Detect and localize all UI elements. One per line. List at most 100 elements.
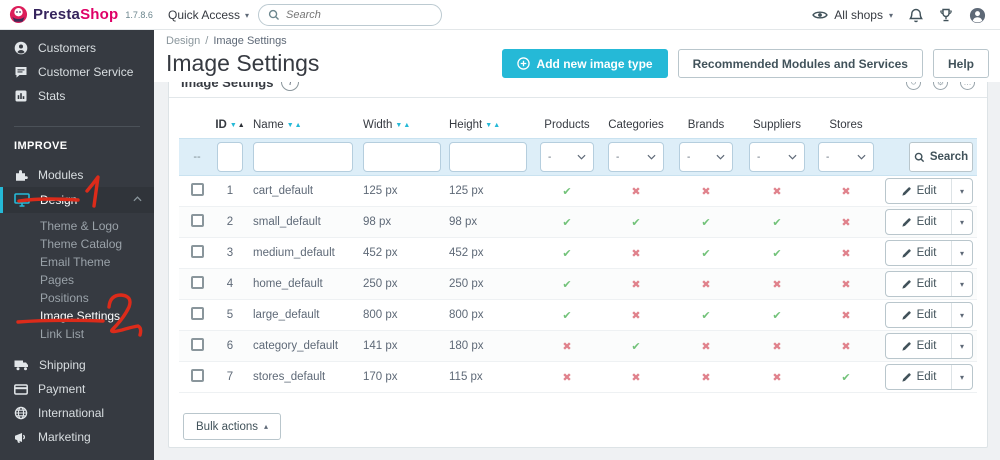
brands-disabled-cross-icon[interactable]: ✖ xyxy=(701,341,710,353)
suppliers-disabled-cross-icon[interactable]: ✖ xyxy=(772,372,781,384)
suppliers-enabled-check-icon[interactable]: ✔ xyxy=(772,217,781,229)
filter-products-select[interactable]: - xyxy=(540,142,594,172)
categories-disabled-cross-icon[interactable]: ✖ xyxy=(631,310,640,322)
filter-brands-select[interactable]: - xyxy=(679,142,733,172)
brands-disabled-cross-icon[interactable]: ✖ xyxy=(701,186,710,198)
brands-disabled-cross-icon[interactable]: ✖ xyxy=(701,279,710,291)
stores-enabled-check-icon[interactable]: ✔ xyxy=(841,372,850,384)
edit-button[interactable]: Edit ▾ xyxy=(885,240,973,266)
filter-suppliers-select[interactable]: - xyxy=(749,142,805,172)
products-disabled-cross-icon[interactable]: ✖ xyxy=(562,341,571,353)
brands-enabled-check-icon[interactable]: ✔ xyxy=(701,310,710,322)
stores-disabled-cross-icon[interactable]: ✖ xyxy=(841,248,850,260)
products-enabled-check-icon[interactable]: ✔ xyxy=(562,248,571,260)
suppliers-disabled-cross-icon[interactable]: ✖ xyxy=(772,279,781,291)
products-enabled-check-icon[interactable]: ✔ xyxy=(562,186,571,198)
categories-enabled-check-icon[interactable]: ✔ xyxy=(631,217,640,229)
sort-arrows[interactable]: ▼ ▲ xyxy=(395,122,410,129)
row-checkbox[interactable] xyxy=(190,276,204,289)
suppliers-disabled-cross-icon[interactable]: ✖ xyxy=(772,341,781,353)
sidebar-item-customers[interactable]: Customers xyxy=(0,36,154,60)
filter-width-input[interactable] xyxy=(363,142,441,172)
filter-height-input[interactable] xyxy=(449,142,527,172)
submenu-item-image-settings[interactable]: Image Settings xyxy=(0,307,154,325)
categories-disabled-cross-icon[interactable]: ✖ xyxy=(631,186,640,198)
sidebar-item-stats[interactable]: Stats xyxy=(0,84,154,108)
global-search[interactable] xyxy=(258,4,442,26)
row-checkbox[interactable] xyxy=(190,214,204,227)
sidebar-item-payment[interactable]: Payment xyxy=(0,377,154,401)
edit-button[interactable]: Edit ▾ xyxy=(885,178,973,204)
recommended-modules-button[interactable]: Recommended Modules and Services xyxy=(677,49,923,78)
chevron-up-icon[interactable] xyxy=(133,196,142,202)
quick-access-menu[interactable]: Quick Access ▾ xyxy=(168,0,249,30)
edit-dropdown-toggle[interactable]: ▾ xyxy=(951,272,972,296)
notifications-bell-icon[interactable] xyxy=(909,8,923,23)
help-button[interactable]: Help xyxy=(932,49,989,78)
products-enabled-check-icon[interactable]: ✔ xyxy=(562,217,571,229)
search-input[interactable] xyxy=(286,9,416,21)
products-enabled-check-icon[interactable]: ✔ xyxy=(562,310,571,322)
filter-categories-select[interactable]: - xyxy=(608,142,664,172)
categories-disabled-cross-icon[interactable]: ✖ xyxy=(631,248,640,260)
sort-arrows[interactable]: ▼ ▲ xyxy=(485,122,500,129)
row-checkbox[interactable] xyxy=(190,369,204,382)
row-checkbox[interactable] xyxy=(190,183,204,196)
sidebar-item-modules[interactable]: Modules xyxy=(0,163,154,187)
filter-search-button[interactable]: Search xyxy=(909,142,973,172)
stores-disabled-cross-icon[interactable]: ✖ xyxy=(841,310,850,322)
submenu-item-pages[interactable]: Pages xyxy=(0,271,154,289)
edit-button[interactable]: Edit ▾ xyxy=(885,302,973,328)
edit-button[interactable]: Edit ▾ xyxy=(885,333,973,359)
submenu-item-link-list[interactable]: Link List xyxy=(0,325,154,343)
stores-disabled-cross-icon[interactable]: ✖ xyxy=(841,217,850,229)
suppliers-enabled-check-icon[interactable]: ✔ xyxy=(772,310,781,322)
trophy-icon[interactable] xyxy=(939,8,953,22)
sidebar-item-customer-service[interactable]: Customer Service xyxy=(0,60,154,84)
sidebar-item-marketing[interactable]: Marketing xyxy=(0,425,154,449)
submenu-item-positions[interactable]: Positions xyxy=(0,289,154,307)
stores-disabled-cross-icon[interactable]: ✖ xyxy=(841,279,850,291)
stores-disabled-cross-icon[interactable]: ✖ xyxy=(841,186,850,198)
edit-dropdown-toggle[interactable]: ▾ xyxy=(951,365,972,389)
filter-stores-select[interactable]: - xyxy=(818,142,874,172)
suppliers-disabled-cross-icon[interactable]: ✖ xyxy=(772,186,781,198)
edit-button[interactable]: Edit ▾ xyxy=(885,364,973,390)
products-enabled-check-icon[interactable]: ✔ xyxy=(562,279,571,291)
submenu-item-theme-logo[interactable]: Theme & Logo xyxy=(0,217,154,235)
edit-button[interactable]: Edit ▾ xyxy=(885,271,973,297)
row-checkbox[interactable] xyxy=(190,307,204,320)
categories-enabled-check-icon[interactable]: ✔ xyxy=(631,341,640,353)
edit-dropdown-toggle[interactable]: ▾ xyxy=(951,334,972,358)
filter-name-input[interactable] xyxy=(253,142,353,172)
filter-id-input[interactable] xyxy=(217,142,243,172)
row-checkbox[interactable] xyxy=(190,245,204,258)
user-avatar-icon[interactable] xyxy=(969,7,986,24)
sidebar-item-shipping[interactable]: Shipping xyxy=(0,353,154,377)
edit-dropdown-toggle[interactable]: ▾ xyxy=(951,179,972,203)
brands-disabled-cross-icon[interactable]: ✖ xyxy=(701,372,710,384)
stores-disabled-cross-icon[interactable]: ✖ xyxy=(841,341,850,353)
products-disabled-cross-icon[interactable]: ✖ xyxy=(562,372,571,384)
sort-arrows[interactable]: ▼ ▲ xyxy=(230,122,245,129)
sidebar-item-design[interactable]: Design xyxy=(0,187,154,213)
categories-disabled-cross-icon[interactable]: ✖ xyxy=(631,372,640,384)
row-checkbox[interactable] xyxy=(190,338,204,351)
submenu-item-theme-catalog[interactable]: Theme Catalog xyxy=(0,235,154,253)
sidebar-item-international[interactable]: International xyxy=(0,401,154,425)
edit-dropdown-toggle[interactable]: ▾ xyxy=(951,303,972,327)
edit-button[interactable]: Edit ▾ xyxy=(885,209,973,235)
suppliers-enabled-check-icon[interactable]: ✔ xyxy=(772,248,781,260)
brands-enabled-check-icon[interactable]: ✔ xyxy=(701,248,710,260)
edit-dropdown-toggle[interactable]: ▾ xyxy=(951,241,972,265)
shop-selector[interactable]: All shops ▾ xyxy=(812,8,893,22)
brands-enabled-check-icon[interactable]: ✔ xyxy=(701,217,710,229)
submenu-item-email-theme[interactable]: Email Theme xyxy=(0,253,154,271)
breadcrumb-parent[interactable]: Design xyxy=(166,35,200,47)
categories-disabled-cross-icon[interactable]: ✖ xyxy=(631,279,640,291)
edit-dropdown-toggle[interactable]: ▾ xyxy=(951,210,972,234)
prestashop-logo[interactable]: PrestaShop 1.7.8.6 xyxy=(0,5,160,24)
bulk-actions-button[interactable]: Bulk actions ▴ xyxy=(183,413,282,440)
add-new-image-type-button[interactable]: Add new image type xyxy=(501,49,668,78)
sort-arrows[interactable]: ▼ ▲ xyxy=(287,122,302,129)
